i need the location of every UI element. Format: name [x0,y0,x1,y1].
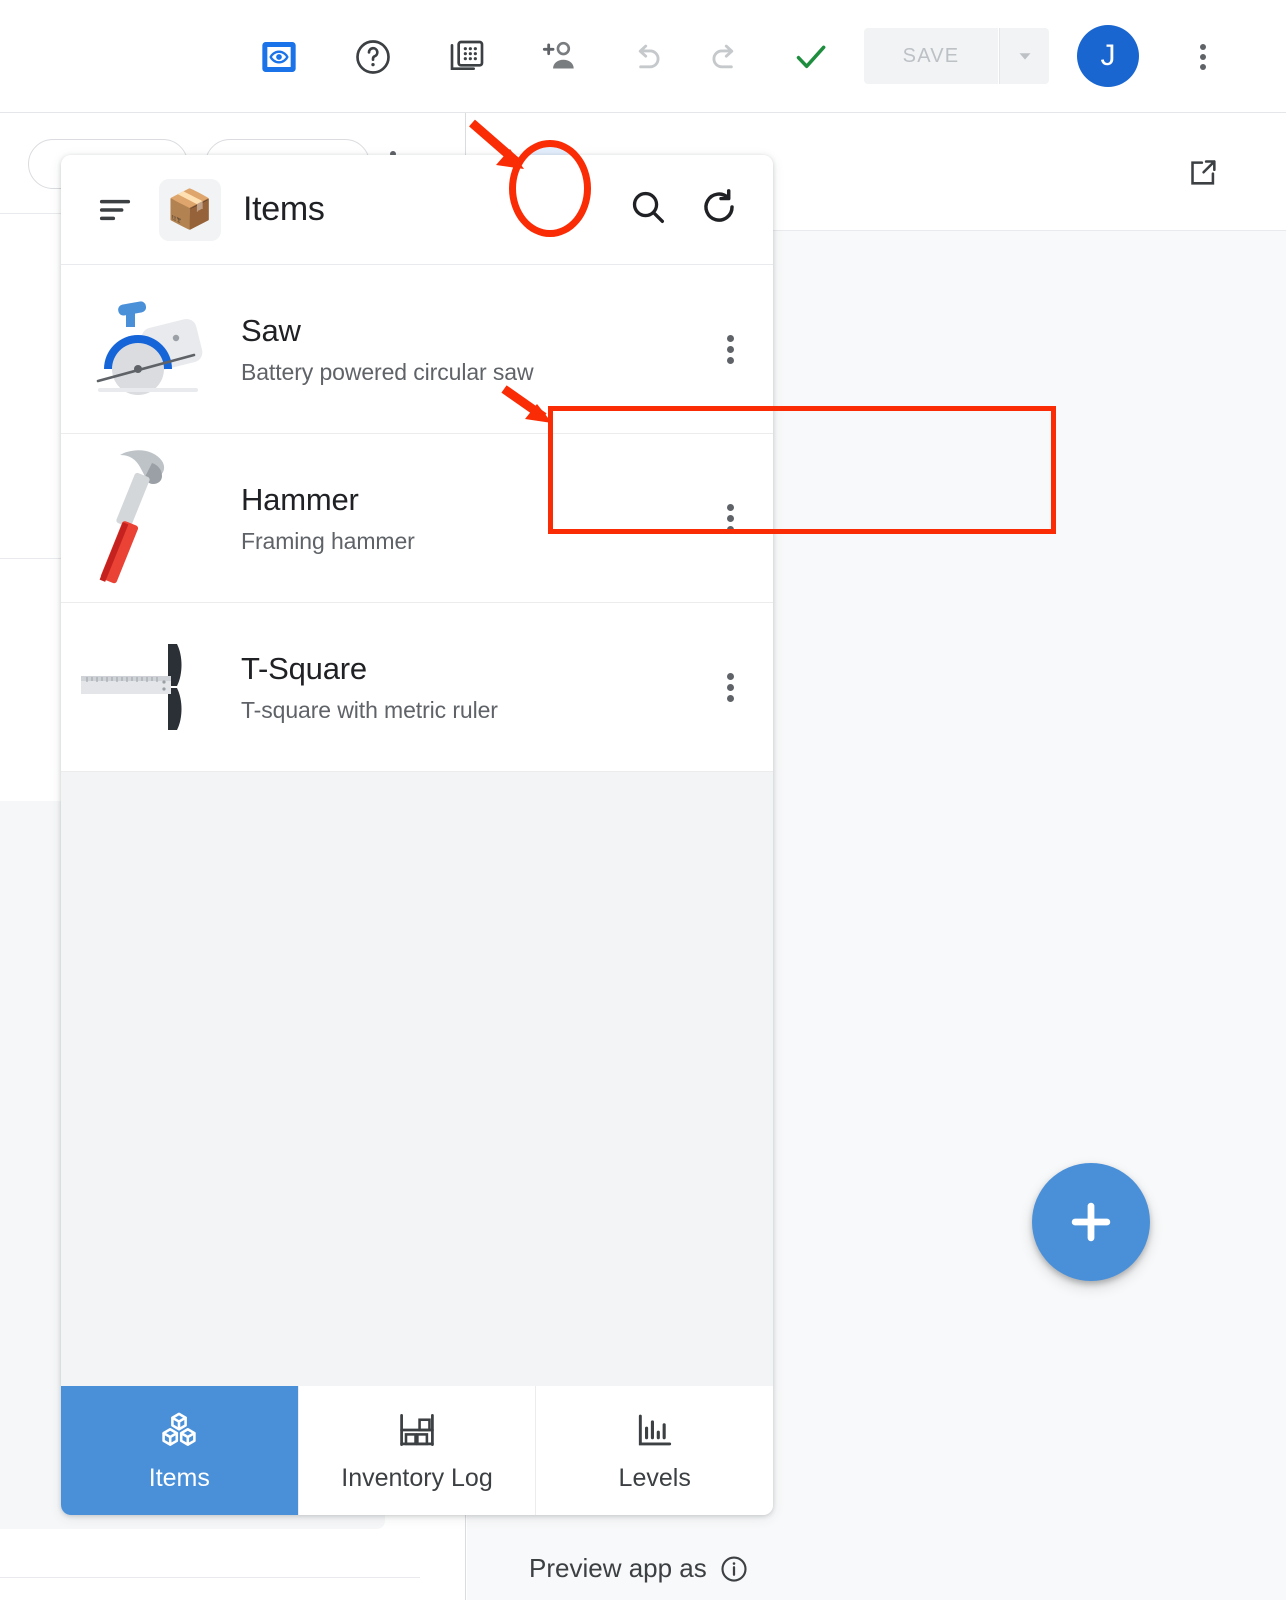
bottom-nav-tab-items[interactable]: Items [61,1386,299,1515]
list-item-text: Saw Battery powered circular saw [241,312,687,387]
app-toolbar: SAVE J [0,0,1286,113]
list-item[interactable]: T-Square T-square with metric ruler [61,603,773,772]
list-item-title: T-Square [241,650,367,686]
list-item-title: Saw [241,312,301,348]
preview-app-as-footer[interactable]: Preview app as [529,1553,749,1584]
kebab-icon [726,503,734,533]
hamburger-icon [99,199,131,220]
left-panel-divider-2 [0,1577,420,1578]
open-external-button[interactable] [1175,144,1231,200]
bottom-nav-label: Levels [618,1464,691,1492]
app-header: 📦 Items [61,155,773,265]
external-link-icon [1191,160,1216,185]
app-menu-button[interactable] [93,190,137,230]
app-title: Items [243,190,325,228]
app-header-actions [627,185,741,234]
refresh-icon [704,189,734,222]
bottom-nav-label: Items [148,1464,210,1492]
list-item-overflow-button[interactable] [687,672,773,702]
redo-icon[interactable] [698,30,752,84]
list-item-title: Hammer [241,481,359,517]
app-logo: 📦 [159,178,221,241]
list-item-subtitle: Framing hammer [241,528,415,555]
app-empty-area [61,772,773,1386]
add-item-fab[interactable] [1032,1163,1150,1281]
save-dropdown-button[interactable] [999,28,1049,84]
cubes-icon [162,1412,197,1446]
list-item-overflow-button[interactable] [687,334,773,364]
list-item-text: T-Square T-square with metric ruler [241,650,687,725]
bottom-navigation: Items Inventory Log Levels [61,1386,773,1515]
bottom-nav-tab-levels[interactable]: Levels [536,1386,773,1515]
info-icon[interactable] [719,1554,749,1584]
undo-icon[interactable] [620,30,674,84]
bar-chart-icon [638,1414,671,1446]
kebab-icon [726,334,734,364]
preview-app-as-label: Preview app as [529,1553,707,1583]
list-item-text: Hammer Framing hammer [241,481,687,556]
t-square-icon [61,603,241,772]
search-icon [632,191,665,224]
duplicate-screen-icon[interactable] [440,30,494,84]
list-item-subtitle: Battery powered circular saw [241,359,534,386]
add-person-icon[interactable] [532,30,586,84]
hammer-icon [61,434,241,603]
kebab-icon [726,672,734,702]
search-button[interactable] [627,186,669,233]
bottom-nav-tab-inventory-log[interactable]: Inventory Log [299,1386,537,1515]
preview-eye-icon[interactable] [252,30,306,84]
check-icon [784,30,838,84]
avatar[interactable]: J [1077,25,1139,87]
shelf-icon [400,1413,434,1447]
bottom-nav-label: Inventory Log [341,1464,493,1492]
help-icon[interactable] [346,30,400,84]
save-button[interactable]: SAVE [864,28,998,84]
list-item[interactable]: Saw Battery powered circular saw [61,265,773,434]
list-item[interactable]: Hammer Framing hammer [61,434,773,603]
phone-preview-card: 📦 Items Saw Battery powered circular saw… [61,155,773,1515]
toolbar-overflow-button[interactable] [1176,30,1230,84]
plus-icon [1071,1202,1111,1242]
circular-saw-icon [61,265,241,434]
list-item-subtitle: T-square with metric ruler [241,697,498,724]
refresh-button[interactable] [697,185,741,234]
list-item-overflow-button[interactable] [687,503,773,533]
items-list: Saw Battery powered circular saw Hammer … [61,265,773,772]
kebab-icon [1200,44,1206,70]
